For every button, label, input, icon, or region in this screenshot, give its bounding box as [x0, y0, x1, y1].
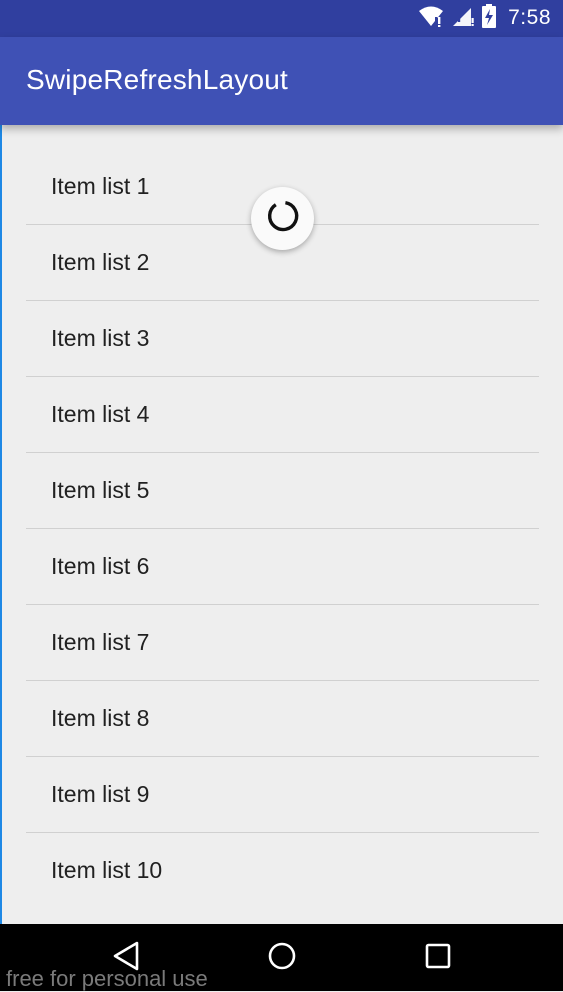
status-time: 7:58: [508, 6, 551, 29]
list-item-label: Item list 6: [51, 553, 150, 579]
list-item-label: Item list 1: [51, 173, 150, 199]
home-button[interactable]: [262, 938, 302, 978]
list-item-label: Item list 10: [51, 857, 163, 883]
watermark-text: free for personal use: [6, 966, 208, 991]
list-item-label: Item list 5: [51, 477, 150, 503]
list-item[interactable]: Item list 6: [26, 529, 539, 605]
cellular-signal-icon: [452, 5, 474, 32]
left-edge-indicator: [0, 125, 2, 925]
list-item[interactable]: Item list 7: [26, 605, 539, 681]
list-item-label: Item list 2: [51, 249, 150, 275]
list-item[interactable]: Item list 10: [26, 833, 539, 908]
wifi-icon: [418, 5, 444, 32]
app-bar: SwipeRefreshLayout: [0, 37, 563, 125]
home-icon: [267, 941, 297, 976]
list-item-label: Item list 7: [51, 629, 150, 655]
list-item[interactable]: Item list 9: [26, 757, 539, 833]
refresh-spinner-icon: [265, 198, 301, 239]
list-item-label: Item list 4: [51, 401, 150, 427]
list-item-label: Item list 8: [51, 705, 150, 731]
status-bar: 7:58: [0, 0, 563, 37]
list-item[interactable]: Item list 5: [26, 453, 539, 529]
battery-charging-icon: [482, 3, 497, 33]
list-item[interactable]: Item list 8: [26, 681, 539, 757]
list-item-label: Item list 3: [51, 325, 150, 351]
item-list[interactable]: Item list 1 Item list 2 Item list 3 Item…: [26, 149, 539, 908]
recents-icon: [424, 942, 452, 975]
status-icons: 7:58: [418, 3, 551, 33]
refresh-indicator: [251, 187, 314, 250]
list-item[interactable]: Item list 4: [26, 377, 539, 453]
list-item[interactable]: Item list 3: [26, 301, 539, 377]
recents-button[interactable]: [418, 938, 458, 978]
list-item-label: Item list 9: [51, 781, 150, 807]
app-title: SwipeRefreshLayout: [26, 64, 288, 95]
